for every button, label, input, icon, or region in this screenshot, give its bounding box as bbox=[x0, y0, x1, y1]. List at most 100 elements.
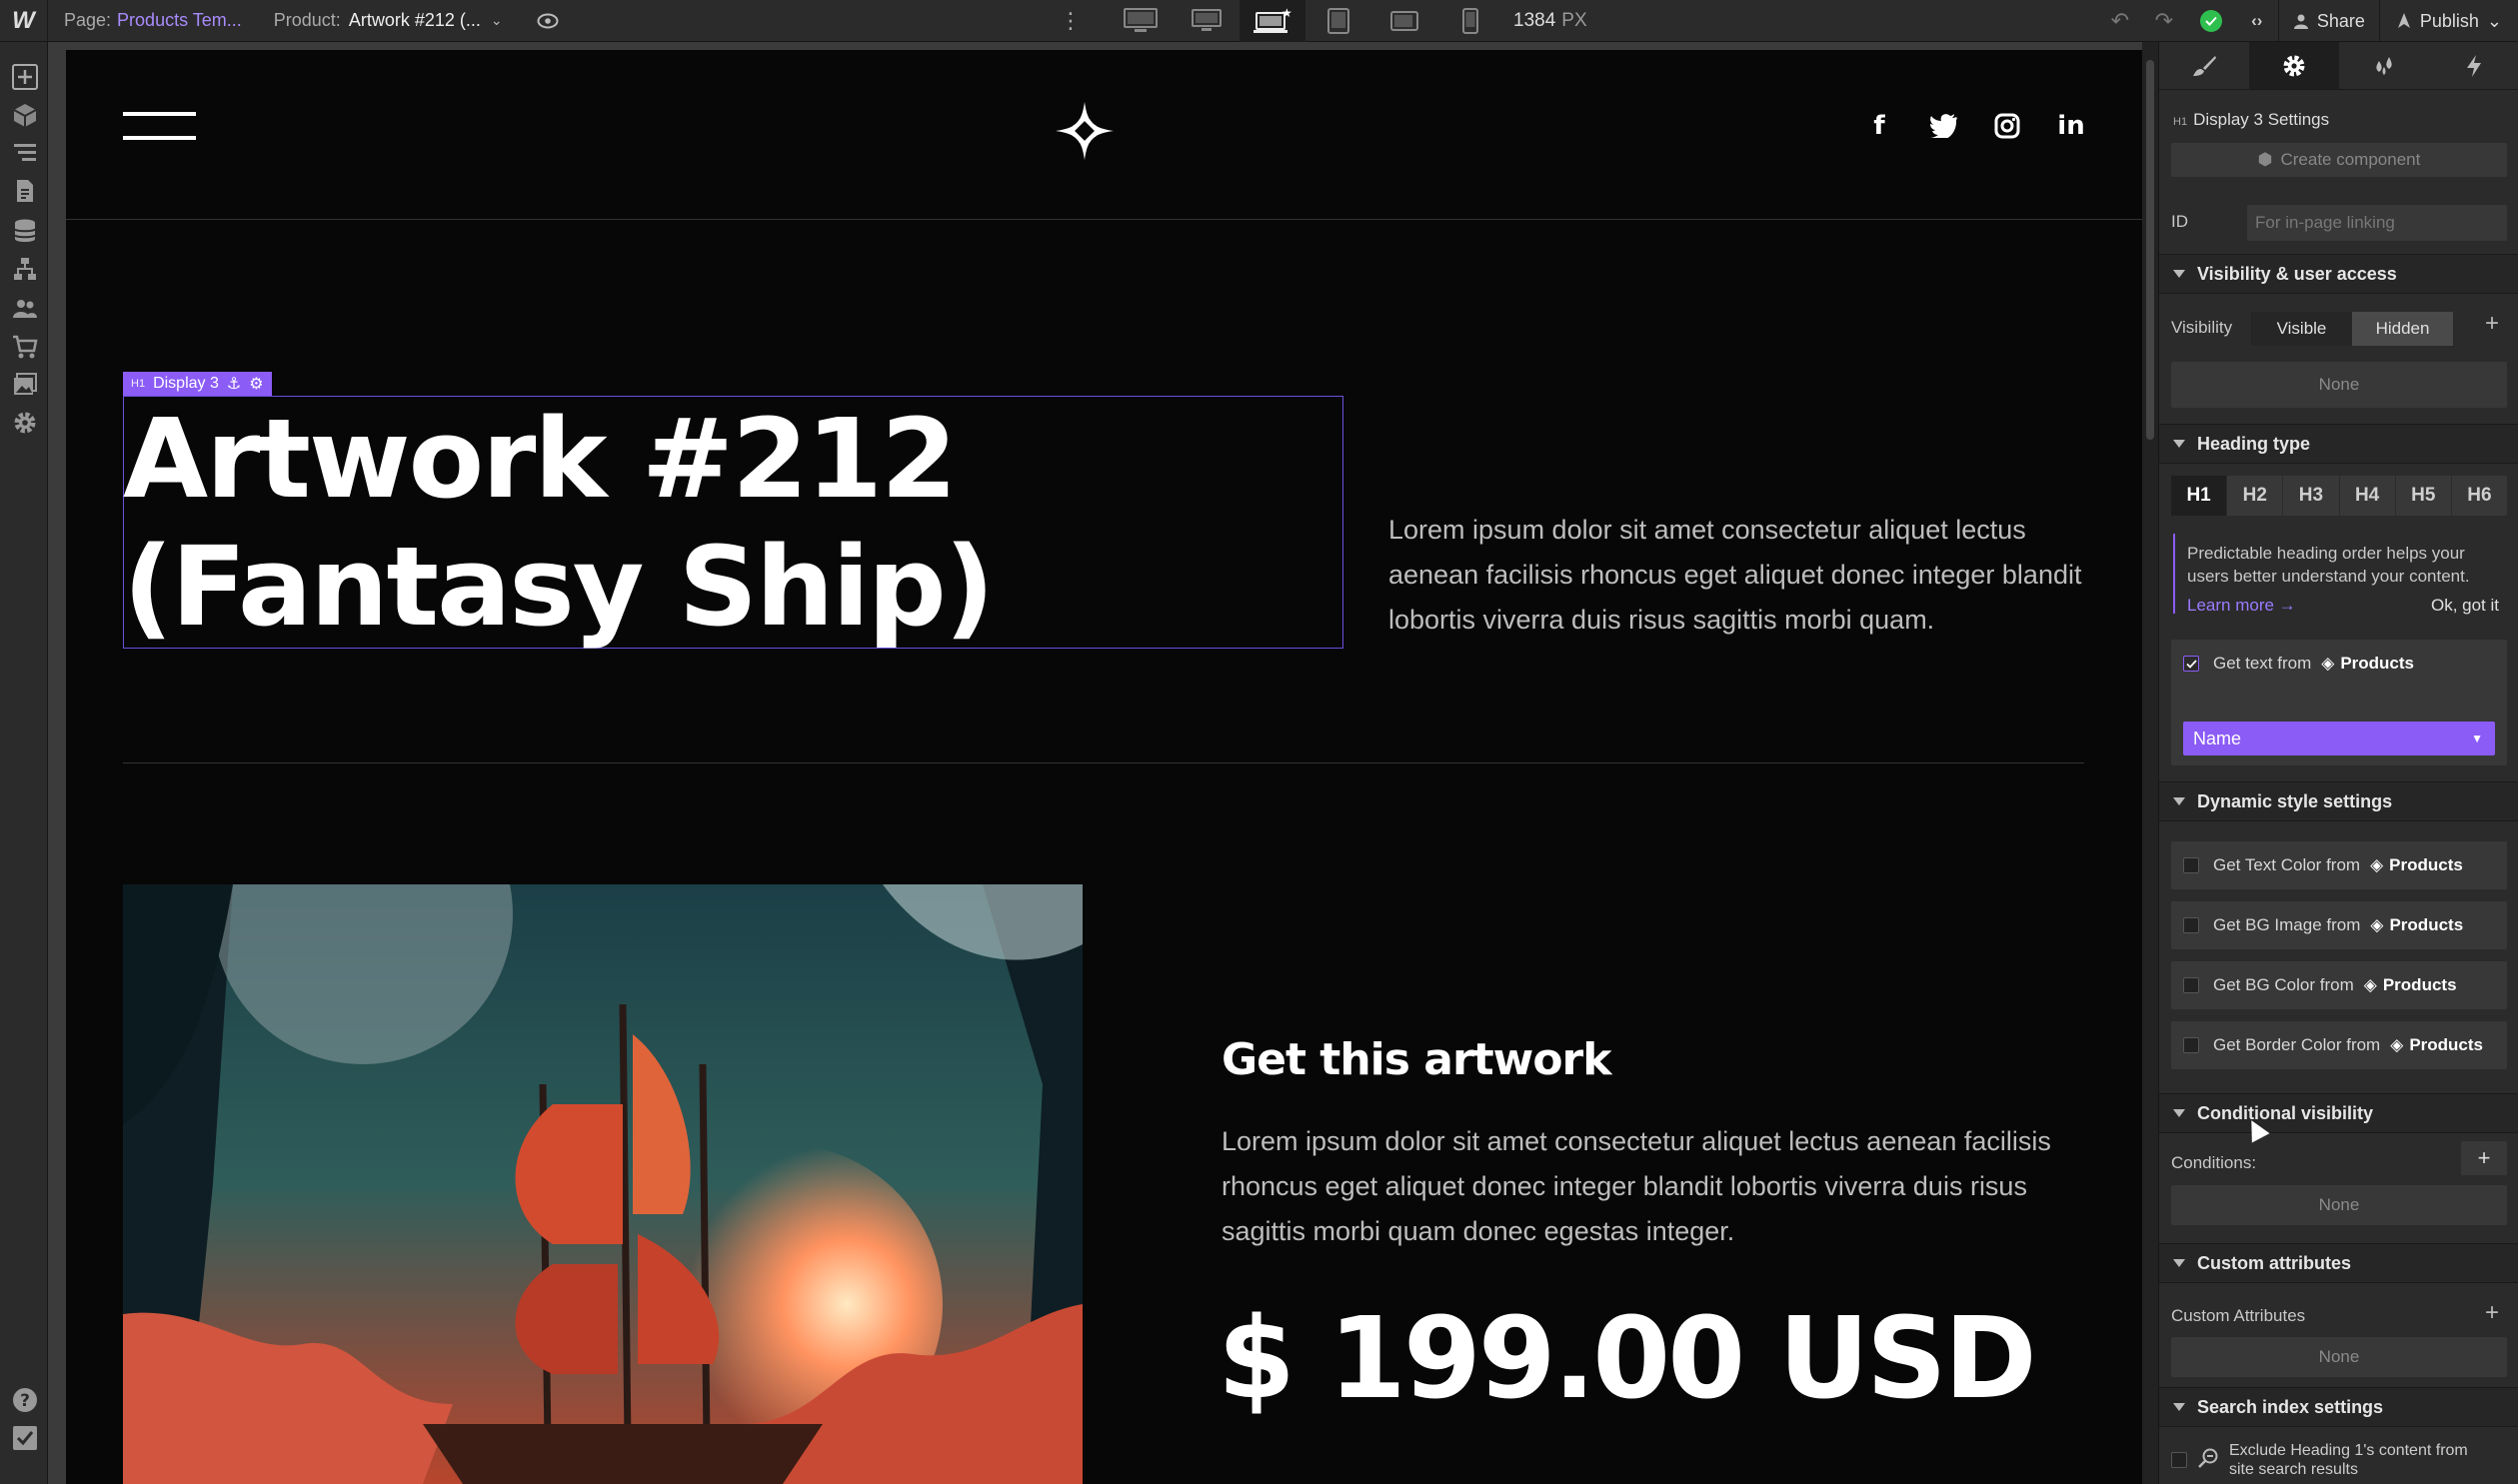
heading-h5-button[interactable]: H5 bbox=[2396, 476, 2452, 516]
bg-color-checkbox[interactable] bbox=[2183, 977, 2199, 993]
logic-flow-icon[interactable] bbox=[12, 256, 38, 282]
breakpoint-mobile-portrait-icon[interactable] bbox=[1437, 0, 1503, 42]
heading-type-section-header[interactable]: Heading type bbox=[2159, 424, 2518, 464]
preview-eye-icon[interactable] bbox=[537, 10, 559, 32]
site-navbar: f in bbox=[66, 50, 2142, 220]
create-component-label: Create component bbox=[2280, 150, 2421, 169]
canvas-scroll-thumb[interactable] bbox=[2146, 60, 2154, 440]
twitter-icon[interactable] bbox=[1929, 112, 1957, 140]
menu-hamburger-icon[interactable] bbox=[123, 112, 196, 142]
breakpoint-mobile-landscape-icon[interactable] bbox=[1371, 0, 1437, 42]
add-attribute-icon[interactable]: + bbox=[2485, 1299, 2499, 1327]
cms-database-icon[interactable] bbox=[12, 218, 38, 244]
add-condition-button[interactable]: + bbox=[2461, 1141, 2507, 1175]
status-check-icon[interactable] bbox=[2199, 10, 2222, 32]
ecommerce-cart-icon[interactable] bbox=[12, 334, 38, 360]
text-color-checkbox[interactable] bbox=[2183, 857, 2199, 873]
page-selector[interactable]: Products Tem... bbox=[117, 10, 242, 31]
users-icon[interactable] bbox=[12, 296, 38, 322]
product-selector[interactable]: Artwork #212 (... bbox=[349, 10, 481, 31]
share-button[interactable]: Share bbox=[2277, 0, 2379, 42]
breakpoint-desktop-base-icon[interactable]: ★ bbox=[1240, 0, 1305, 42]
chevron-down-icon[interactable]: ⌄ bbox=[491, 12, 503, 29]
more-options-icon[interactable]: ⋮ bbox=[1060, 8, 1082, 34]
breakpoint-1920-icon[interactable] bbox=[1108, 0, 1174, 42]
publish-button[interactable]: Publish ⌄ bbox=[2378, 0, 2518, 42]
design-canvas-area: f in H1 Display 3 ⚓ ⚙ Artwork #212 (Fant… bbox=[48, 42, 2142, 1484]
learn-more-link[interactable]: Learn more → bbox=[2187, 594, 2296, 617]
breakpoint-tablet-icon[interactable] bbox=[1305, 0, 1371, 42]
dynamic-row-border-color[interactable]: Get Border Color from ◈ Products bbox=[2171, 1021, 2507, 1069]
redo-icon[interactable]: ↷ bbox=[2142, 8, 2186, 34]
tasks-checkbox-icon[interactable] bbox=[12, 1425, 38, 1451]
heading-h6-button[interactable]: H6 bbox=[2452, 476, 2507, 516]
product-price[interactable]: $ 199.00 USD bbox=[1218, 1294, 2037, 1424]
dynamic-row-bg-image[interactable]: Get BG Image from ◈ Products bbox=[2171, 901, 2507, 949]
id-input[interactable]: For in-page linking bbox=[2247, 205, 2507, 241]
heading-h1-button[interactable]: H1 bbox=[2171, 476, 2228, 516]
site-preview[interactable]: f in H1 Display 3 ⚓ ⚙ Artwork #212 (Fant… bbox=[66, 50, 2142, 1484]
get-text-checkbox[interactable] bbox=[2183, 656, 2199, 672]
svg-text:?: ? bbox=[20, 1391, 30, 1411]
navigator-icon[interactable] bbox=[12, 140, 38, 166]
element-settings-gear-icon[interactable]: ⚙ bbox=[249, 374, 263, 394]
heading-h4-button[interactable]: H4 bbox=[2340, 476, 2396, 516]
tab-interactions-drops-icon[interactable] bbox=[2339, 42, 2429, 89]
search-index-section-header[interactable]: Search index settings bbox=[2159, 1387, 2518, 1427]
canvas-width-value: 1384 bbox=[1513, 10, 1556, 31]
add-elements-icon[interactable] bbox=[12, 64, 38, 90]
conditions-none-field[interactable]: None bbox=[2171, 1185, 2507, 1225]
help-icon[interactable]: ? bbox=[12, 1387, 38, 1413]
search-exclude-label: Exclude Heading 1's content from site se… bbox=[2229, 1442, 2468, 1478]
linkedin-icon[interactable]: in bbox=[2057, 111, 2085, 141]
field-select[interactable]: Name ▼ bbox=[2183, 722, 2495, 755]
pages-icon[interactable] bbox=[12, 178, 38, 204]
component-anchor-icon[interactable]: ⚓ bbox=[227, 374, 241, 394]
collection-tag-label: Products bbox=[2389, 915, 2464, 934]
collection-tag: ◈ Products bbox=[2390, 1035, 2483, 1055]
hero-heading[interactable]: Artwork #212 (Fantasy Ship) bbox=[123, 395, 1322, 651]
hidden-button[interactable]: Hidden bbox=[2352, 312, 2453, 346]
breakpoint-1440-icon[interactable] bbox=[1174, 0, 1240, 42]
settings-gear-icon[interactable] bbox=[12, 410, 38, 436]
custom-attributes-section-header[interactable]: Custom attributes bbox=[2159, 1243, 2518, 1283]
facebook-icon[interactable]: f bbox=[1865, 111, 1893, 141]
conditional-visibility-section-header[interactable]: Conditional visibility bbox=[2159, 1093, 2518, 1133]
components-cube-icon[interactable] bbox=[12, 102, 38, 128]
visible-button[interactable]: Visible bbox=[2251, 312, 2352, 346]
dynamic-row-text-color[interactable]: Get Text Color from ◈ Products bbox=[2171, 841, 2507, 889]
search-exclude-checkbox[interactable] bbox=[2171, 1452, 2187, 1468]
undo-icon[interactable]: ↶ bbox=[2098, 8, 2142, 34]
assets-images-icon[interactable] bbox=[12, 372, 38, 398]
hero-description[interactable]: Lorem ipsum dolor sit amet consectetur a… bbox=[1388, 508, 2088, 643]
tab-style-brush-icon[interactable] bbox=[2159, 42, 2249, 89]
border-color-checkbox[interactable] bbox=[2183, 1037, 2199, 1053]
visibility-section-header[interactable]: Visibility & user access bbox=[2159, 254, 2518, 294]
search-exclude-row[interactable]: Exclude Heading 1's content from site se… bbox=[2171, 1439, 2507, 1481]
search-index-title: Search index settings bbox=[2197, 1396, 2384, 1417]
instagram-icon[interactable] bbox=[1993, 112, 2021, 140]
brand-logo[interactable] bbox=[1056, 102, 1114, 160]
selected-element-tag[interactable]: H1 Display 3 ⚓ ⚙ bbox=[123, 372, 272, 396]
visibility-none-field[interactable]: None bbox=[2171, 362, 2507, 408]
collection-tag-label: Products bbox=[2389, 855, 2463, 874]
heading-h3-button[interactable]: H3 bbox=[2283, 476, 2340, 516]
custom-attributes-none-field[interactable]: None bbox=[2171, 1337, 2507, 1377]
visibility-section-title: Visibility & user access bbox=[2197, 263, 2397, 284]
search-magnifier-icon bbox=[2197, 1447, 2219, 1474]
tab-settings-gear-icon[interactable] bbox=[2249, 42, 2339, 89]
cta-description[interactable]: Lorem ipsum dolor sit amet consectetur a… bbox=[1222, 1119, 2101, 1254]
artwork-image[interactable] bbox=[123, 884, 1083, 1484]
bg-image-checkbox[interactable] bbox=[2183, 917, 2199, 933]
tab-lightning-icon[interactable] bbox=[2429, 42, 2518, 89]
code-brackets-icon[interactable]: ‹› bbox=[2236, 11, 2278, 31]
canvas-width-readout[interactable]: 1384 PX bbox=[1513, 10, 1587, 32]
heading-h2-button[interactable]: H2 bbox=[2227, 476, 2284, 516]
webflow-logo[interactable]: W bbox=[0, 0, 48, 42]
dynamic-row-bg-color[interactable]: Get BG Color from ◈ Products bbox=[2171, 961, 2507, 1009]
add-visibility-icon[interactable]: + bbox=[2485, 310, 2499, 338]
create-component-button[interactable]: ⬢ Create component bbox=[2171, 143, 2507, 177]
cta-heading[interactable]: Get this artwork bbox=[1222, 1034, 1612, 1085]
dynamic-style-section-header[interactable]: Dynamic style settings bbox=[2159, 781, 2518, 821]
ok-got-it-button[interactable]: Ok, got it bbox=[2431, 594, 2499, 617]
